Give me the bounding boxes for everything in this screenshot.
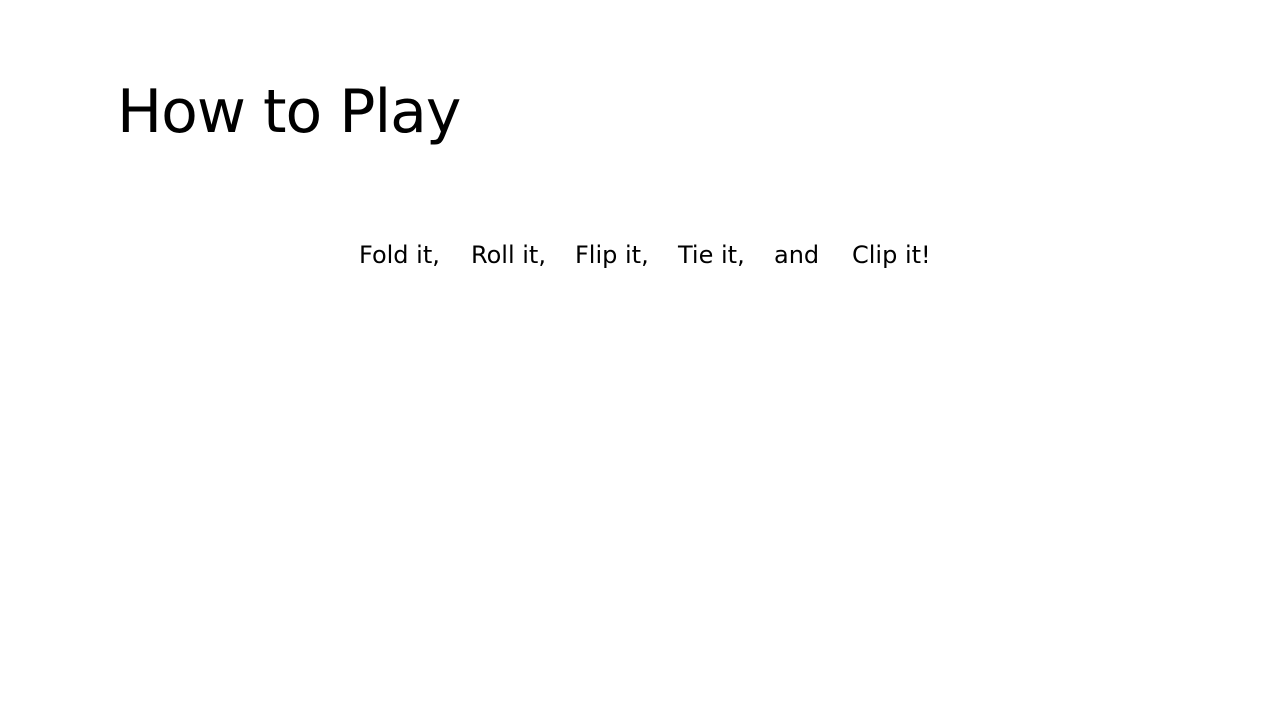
- step-roll: Roll it,: [471, 241, 546, 269]
- step-fold: Fold it,: [359, 241, 440, 269]
- step-tie: Tie it,: [678, 241, 745, 269]
- step-clip: Clip it!: [852, 241, 931, 269]
- step-and: and: [774, 241, 820, 269]
- slide-title: How to Play: [117, 77, 461, 147]
- step-flip: Flip it,: [575, 241, 649, 269]
